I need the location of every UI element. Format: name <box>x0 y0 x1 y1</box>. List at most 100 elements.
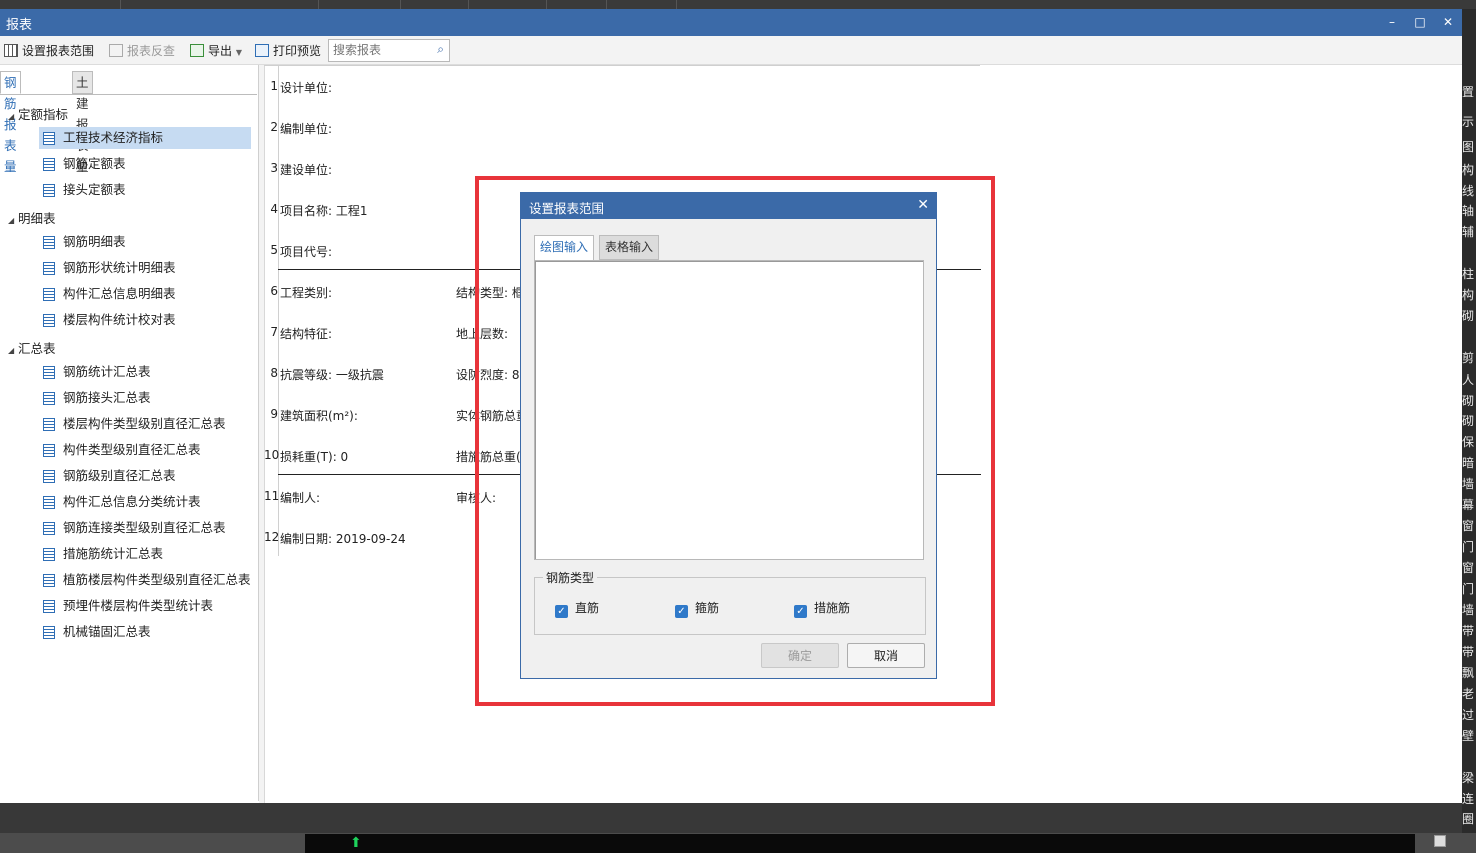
side-panel-item[interactable]: 线 <box>1462 184 1476 198</box>
document-icon <box>43 600 55 613</box>
maximize-button[interactable]: □ <box>1410 13 1430 31</box>
measure-rebar-checkbox[interactable]: ✓ 措施筋 <box>794 599 850 618</box>
side-panel-item[interactable]: 示 <box>1462 115 1476 129</box>
side-panel-item[interactable]: 柱 <box>1462 267 1476 281</box>
stirrup-checkbox[interactable]: ✓ 箍筋 <box>675 599 719 618</box>
tree-item[interactable]: 构件汇总信息明细表 <box>39 283 251 305</box>
side-panel-item[interactable]: 门 <box>1462 582 1476 596</box>
side-panel-item[interactable]: 过 <box>1462 708 1476 722</box>
side-panel-item[interactable]: 构 <box>1462 288 1476 302</box>
side-panel-item[interactable]: 暗 <box>1462 456 1476 470</box>
tab-drawing-input[interactable]: 绘图输入 <box>534 235 595 261</box>
tree-item[interactable]: 接头定额表 <box>39 179 251 201</box>
side-panel-item[interactable]: 梁 <box>1462 771 1476 785</box>
cancel-button[interactable]: 取消 <box>847 643 925 668</box>
search-icon[interactable]: ⌕ <box>437 42 444 57</box>
report-row: 1 设计单位: <box>264 65 1064 106</box>
row-number: 4 <box>270 202 278 216</box>
side-panel-item[interactable]: 窗 <box>1462 561 1476 575</box>
straight-rebar-checkbox[interactable]: ✓ 直筋 <box>555 599 599 618</box>
tab-rebar-reports[interactable]: 钢筋报表量 <box>0 71 21 174</box>
tree-item-label: 钢筋形状统计明细表 <box>63 260 176 275</box>
print-preview-button[interactable]: 打印预览 <box>255 42 321 59</box>
side-panel-item[interactable]: 幕 <box>1462 498 1476 512</box>
checkbox-label: 措施筋 <box>814 601 851 615</box>
document-icon <box>43 288 55 301</box>
tree-item-label: 钢筋明细表 <box>63 234 126 249</box>
tree-item[interactable]: 钢筋接头汇总表 <box>39 387 251 409</box>
side-panel-item[interactable]: 圈 <box>1462 812 1476 826</box>
checkbox-label: 箍筋 <box>695 601 720 615</box>
tab-table-input[interactable]: 表格输入 <box>599 235 660 260</box>
reverse-check-button[interactable]: 报表反查 <box>109 42 175 59</box>
top-strip <box>0 0 1476 9</box>
tree-item[interactable]: 工程技术经济指标 <box>39 127 251 149</box>
search-input[interactable] <box>329 40 429 59</box>
print-preview-label: 打印预览 <box>273 44 322 58</box>
tree-item[interactable]: 构件汇总信息分类统计表 <box>39 491 251 513</box>
side-panel-item[interactable]: 墙 <box>1462 603 1476 617</box>
expand-triangle-icon: ◢ <box>8 216 15 225</box>
side-panel-item[interactable]: 砌 <box>1462 394 1476 408</box>
report-cell: 建设单位: <box>280 163 333 177</box>
report-cell: 建筑面积(m²): <box>280 409 358 423</box>
tree-item[interactable]: 植筋楼层构件类型级别直径汇总表 <box>39 569 251 591</box>
side-panel-item[interactable]: 置 <box>1462 85 1476 99</box>
minimize-button[interactable]: – <box>1382 13 1402 31</box>
side-panel-item[interactable]: 连 <box>1462 792 1476 806</box>
tree-item[interactable]: 机械锚固汇总表 <box>39 621 251 643</box>
side-panel-item[interactable]: 砌 <box>1462 309 1476 323</box>
side-panel-item[interactable]: 墙 <box>1462 477 1476 491</box>
tree-item-label: 植筋楼层构件类型级别直径汇总表 <box>63 572 251 587</box>
export-button[interactable]: 导出 ▼ <box>190 42 242 59</box>
set-range-button[interactable]: 设置报表范围 <box>4 42 94 59</box>
tree-item[interactable]: 楼层构件类型级别直径汇总表 <box>39 413 251 435</box>
side-panel-item[interactable]: 飘 <box>1462 666 1476 680</box>
tree-group-summary[interactable]: ◢ 汇总表 <box>8 338 56 357</box>
document-icon <box>43 158 55 171</box>
side-panel-item[interactable]: 保 <box>1462 435 1476 449</box>
side-panel-item[interactable]: 门 <box>1462 540 1476 554</box>
tab-civil-reports[interactable]: 土建报表量 <box>72 71 93 174</box>
command-area <box>305 834 1415 853</box>
tree-item-label: 构件汇总信息明细表 <box>63 286 176 301</box>
side-panel-item[interactable]: 壁 <box>1462 729 1476 743</box>
side-panel-item[interactable]: 带 <box>1462 645 1476 659</box>
side-panel-item[interactable]: 轴 <box>1462 204 1476 218</box>
tree-item[interactable]: 构件类型级别直径汇总表 <box>39 439 251 461</box>
tree-item[interactable]: 钢筋明细表 <box>39 231 251 253</box>
close-button[interactable]: ✕ <box>1438 13 1458 31</box>
tree-item-label: 钢筋接头汇总表 <box>63 390 151 405</box>
side-panel-item[interactable]: 辅 <box>1462 225 1476 239</box>
side-panel-item[interactable]: 老 <box>1462 687 1476 701</box>
tree-item[interactable]: 楼层构件统计校对表 <box>39 309 251 331</box>
export-icon <box>190 44 204 57</box>
tree-item[interactable]: 钢筋连接类型级别直径汇总表 <box>39 517 251 539</box>
tree-item[interactable]: 预埋件楼层构件类型统计表 <box>39 595 251 617</box>
side-panel-item[interactable]: 构 <box>1462 163 1476 177</box>
panel-toggle-icon[interactable] <box>1434 835 1446 847</box>
side-panel-item[interactable]: 剪 <box>1462 351 1476 365</box>
tree-item[interactable]: 措施筋统计汇总表 <box>39 543 251 565</box>
tree-item[interactable]: 钢筋级别直径汇总表 <box>39 465 251 487</box>
row-number: 5 <box>270 243 278 257</box>
side-panel-item[interactable]: 图 <box>1462 140 1476 154</box>
document-icon <box>43 522 55 535</box>
dialog-title-bar: 设置报表范围 ✕ <box>521 193 936 219</box>
document-icon <box>43 574 55 587</box>
tree-group-detail[interactable]: ◢ 明细表 <box>8 208 56 227</box>
tree-item-label: 预埋件楼层构件类型统计表 <box>63 598 214 613</box>
document-icon <box>43 366 55 379</box>
tree-item[interactable]: 钢筋统计汇总表 <box>39 361 251 383</box>
ok-button[interactable]: 确定 <box>761 643 839 668</box>
dialog-close-icon[interactable]: ✕ <box>917 197 929 213</box>
tree-item[interactable]: 钢筋形状统计明细表 <box>39 257 251 279</box>
tree-item-label: 楼层构件统计校对表 <box>63 312 176 327</box>
side-panel-item[interactable]: 带 <box>1462 624 1476 638</box>
side-panel-item[interactable]: 人 <box>1462 373 1476 387</box>
component-selection-area[interactable] <box>534 260 924 560</box>
tree-item[interactable]: 钢筋定额表 <box>39 153 251 175</box>
side-panel-item[interactable]: 窗 <box>1462 519 1476 533</box>
tree-group-quota[interactable]: ◢ 定额指标 <box>8 104 68 123</box>
side-panel-item[interactable]: 砌 <box>1462 414 1476 428</box>
